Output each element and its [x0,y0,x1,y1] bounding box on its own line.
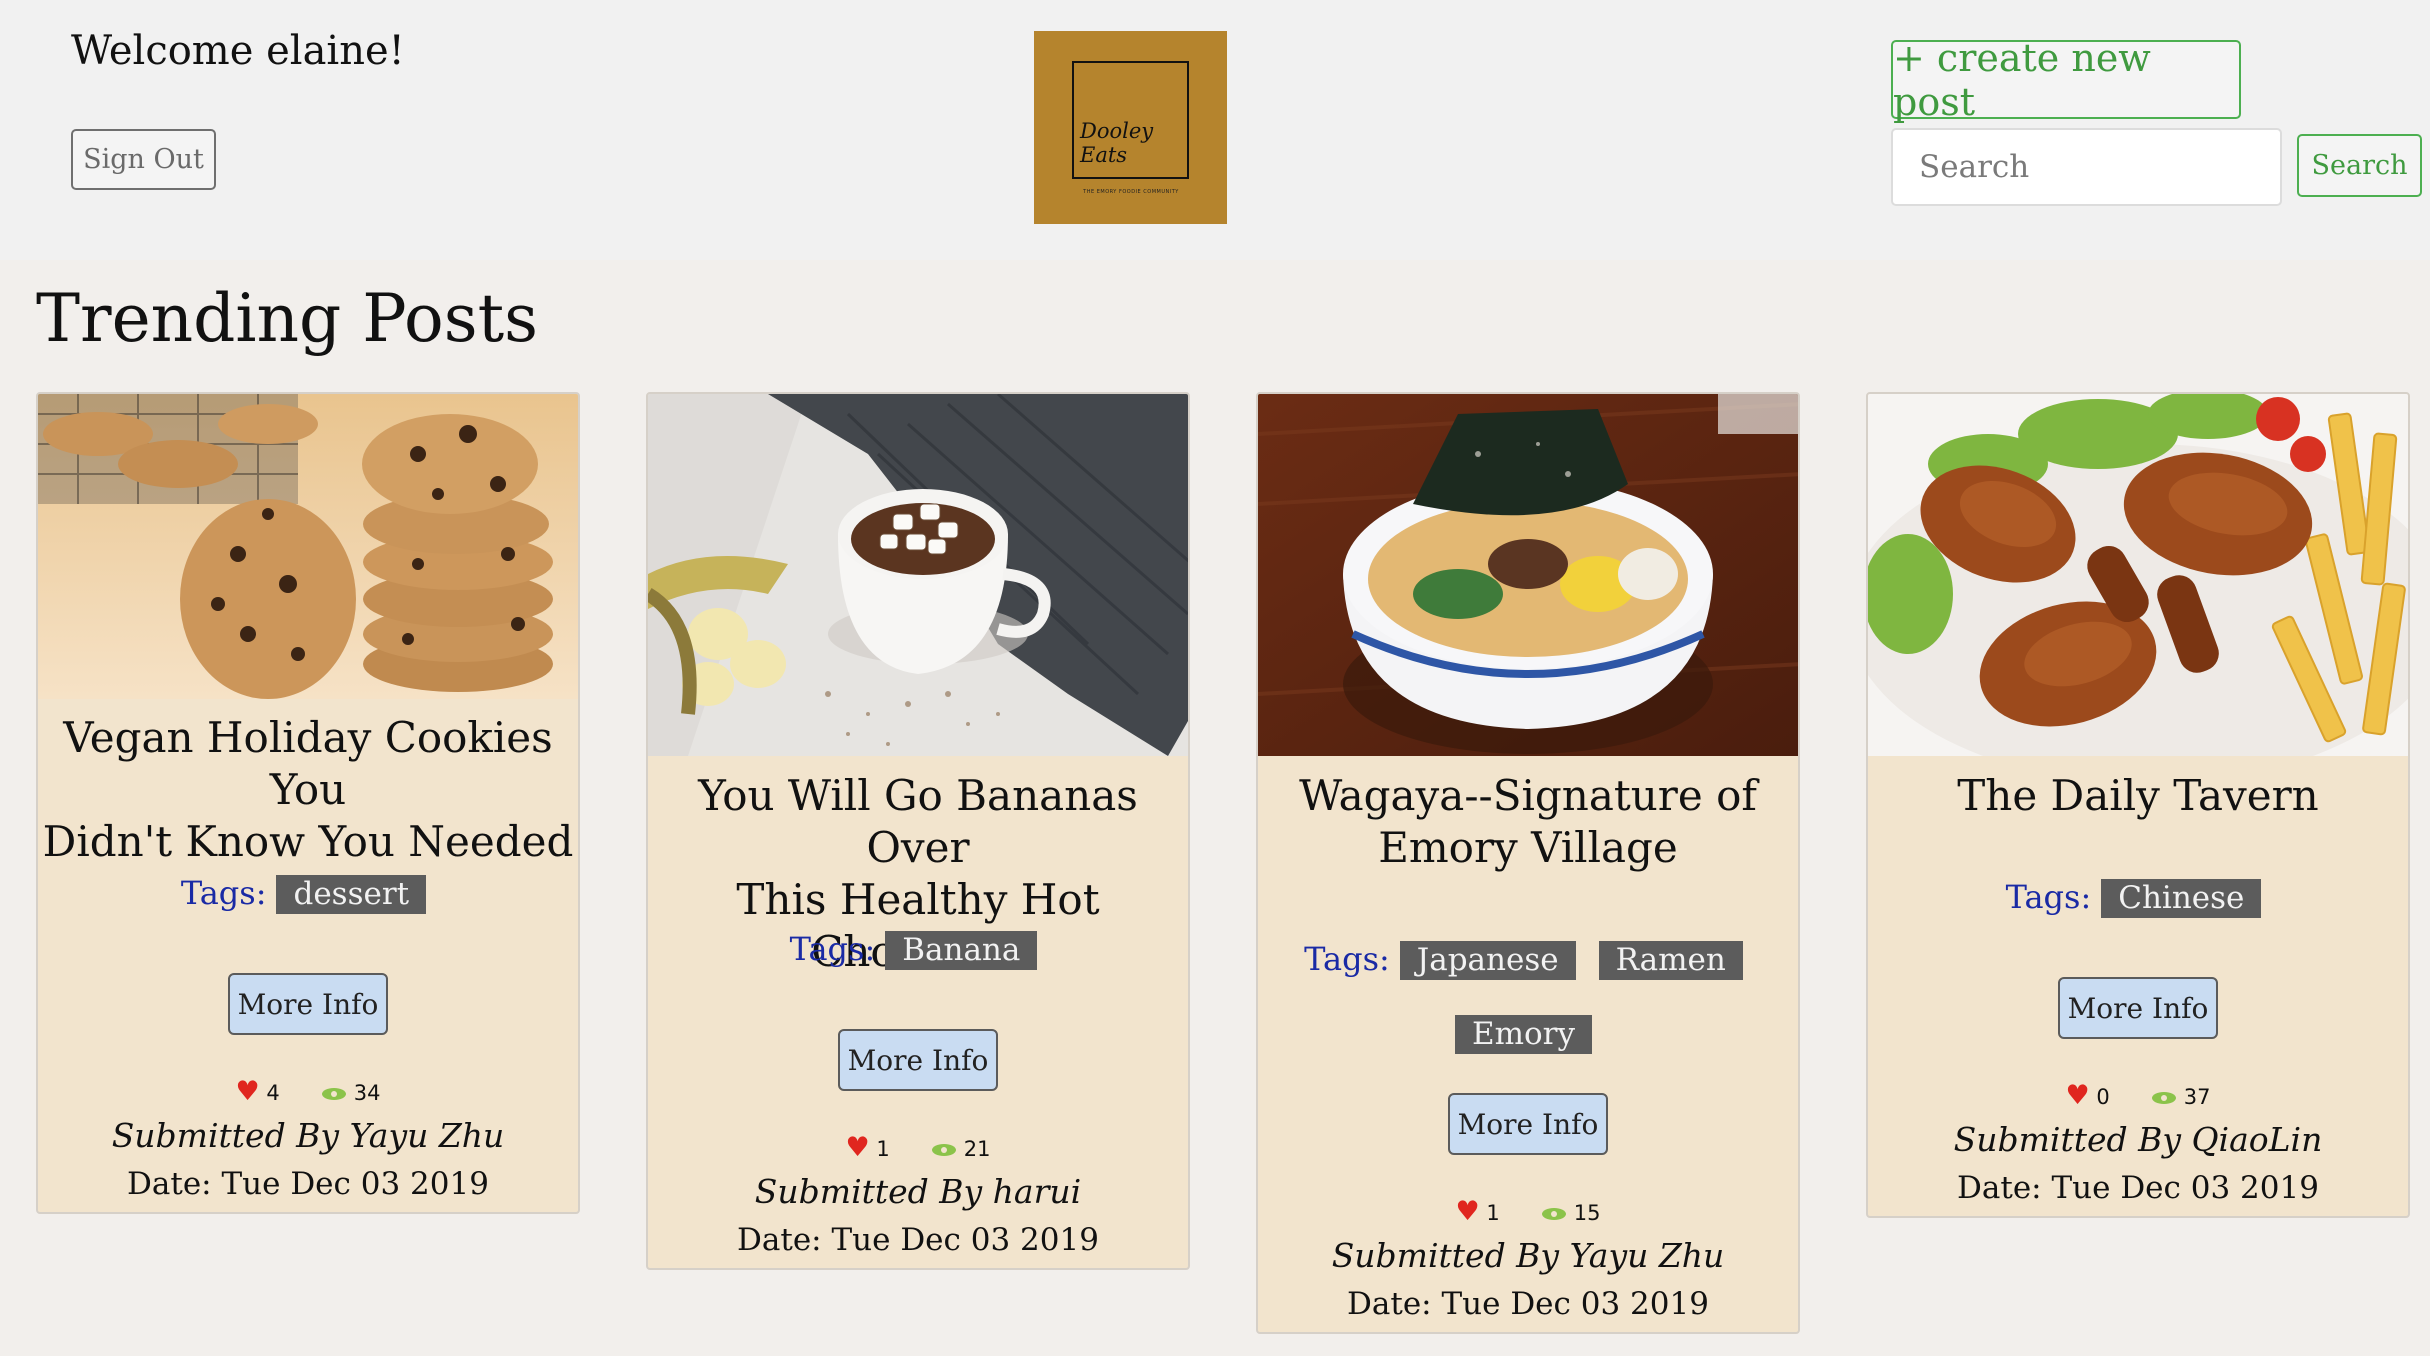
submitted-by: Submitted By harui [754,1172,1082,1211]
post-image-cookies[interactable] [38,394,578,699]
post-card: The Daily Tavern Tags: Chinese More Info … [1866,392,2410,1218]
submitted-by: Submitted By Yayu Zhu [1331,1236,1725,1275]
tag-banana[interactable]: Banana [885,931,1038,970]
tags-row: Tags: Japanese Ramen Emory [1258,922,1798,1070]
tags-row: Tags: dessert [38,874,578,914]
tag-japanese[interactable]: Japanese [1399,941,1576,980]
tag-emory[interactable]: Emory [1454,1015,1593,1054]
logo-tagline: THE EMORY FOODIE COMMUNITY [1083,189,1179,195]
more-info-button[interactable]: More Info [838,1029,998,1091]
post-stats: ♥ 0 37 [1868,1080,2408,1111]
post-card: Vegan Holiday Cookies You Didn't Know Yo… [36,392,580,1214]
search-button[interactable]: Search [2297,134,2422,197]
heart-icon[interactable]: ♥ [845,1132,869,1163]
like-count: 4 [266,1081,280,1105]
sign-out-button[interactable]: Sign Out [71,129,216,190]
top-header: Welcome elaine! Sign Out Dooley Eats THE… [0,0,2430,260]
tags-row: Tags: Banana [648,930,1188,970]
post-title-line: Vegan Holiday Cookies You [63,713,553,814]
post-title-line: You Will Go Bananas Over [698,771,1138,872]
post-date: Date: Tue Dec 03 2019 [127,1166,489,1202]
more-info-button[interactable]: More Info [228,973,388,1035]
post-stats: ♥ 4 34 [38,1076,578,1107]
post-title-line: Wagaya--Signature of [1299,771,1757,820]
logo-line-1: Dooley [1080,119,1154,143]
logo-line-2: Eats [1080,143,1128,167]
post-card: You Will Go Bananas Over This Healthy Ho… [646,392,1190,1270]
post-title[interactable]: Vegan Holiday Cookies You Didn't Know Yo… [38,712,578,868]
post-title[interactable]: The Daily Tavern [1868,770,2408,822]
create-new-post-button[interactable]: + create new post [1891,36,2241,124]
submitted-by: Submitted By QiaoLin [1953,1120,2323,1159]
post-title-line: Emory Village [1378,823,1678,872]
eye-icon [932,1144,957,1156]
logo-wordmark: Dooley Eats [1080,119,1180,167]
section-title: Trending Posts [36,280,538,357]
eye-icon [1542,1208,1567,1220]
eye-icon [322,1088,347,1100]
welcome-message: Welcome elaine! [71,28,405,74]
tags-label: Tags: [180,874,267,912]
post-stats: ♥ 1 15 [1258,1196,1798,1227]
more-info-button[interactable]: More Info [1448,1093,1608,1155]
post-title[interactable]: Wagaya--Signature of Emory Village [1258,770,1798,874]
eye-icon [2152,1092,2177,1104]
heart-icon[interactable]: ♥ [2065,1080,2089,1111]
post-date: Date: Tue Dec 03 2019 [1957,1170,2319,1206]
heart-icon[interactable]: ♥ [235,1076,259,1107]
view-count: 21 [963,1137,991,1161]
heart-icon[interactable]: ♥ [1455,1196,1479,1227]
post-stats: ♥ 1 21 [648,1132,1188,1163]
tag-dessert[interactable]: dessert [276,875,427,914]
dooley-eats-logo[interactable]: Dooley Eats THE EMORY FOODIE COMMUNITY [1034,31,1227,224]
like-count: 1 [876,1137,890,1161]
post-date: Date: Tue Dec 03 2019 [737,1222,1099,1258]
tag-chinese[interactable]: Chinese [2101,879,2262,918]
post-title-line: The Daily Tavern [1957,771,2319,820]
post-image-chicken[interactable] [1868,394,2408,756]
post-card: Wagaya--Signature of Emory Village Tags:… [1256,392,1800,1334]
like-count: 0 [2096,1085,2110,1109]
post-date: Date: Tue Dec 03 2019 [1347,1286,1709,1322]
tags-row: Tags: Chinese [1868,878,2408,918]
post-title-line: Didn't Know You Needed [42,817,574,866]
tags-label: Tags: [2005,878,2092,916]
view-count: 34 [353,1081,381,1105]
more-info-button[interactable]: More Info [2058,977,2218,1039]
tag-ramen[interactable]: Ramen [1598,941,1743,980]
view-count: 15 [1573,1201,1601,1225]
tags-label: Tags: [1304,940,1390,978]
view-count: 37 [2183,1085,2211,1109]
search-input[interactable] [1891,128,2282,206]
submitted-by: Submitted By Yayu Zhu [111,1116,505,1155]
post-image-ramen[interactable] [1258,394,1798,756]
post-image-hot-chocolate[interactable] [648,394,1188,756]
tags-label: Tags: [789,930,876,968]
like-count: 1 [1486,1201,1500,1225]
